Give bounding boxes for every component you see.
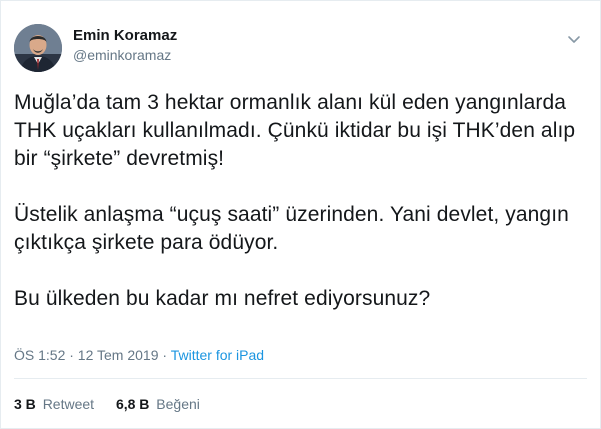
author-display-name[interactable]: Emin Koramaz [73, 26, 177, 46]
retweets-stat[interactable]: 3 B Retweet [14, 395, 94, 413]
tweet-card: Emin Koramaz @eminkoramaz Muğla’da tam 3… [0, 0, 601, 429]
tweet-text: Muğla’da tam 3 hektar ormanlık alanı kül… [14, 89, 584, 313]
author-names: Emin Koramaz @eminkoramaz [73, 26, 177, 65]
retweets-label: Retweet [42, 396, 95, 412]
tweet-metadata: ÖS 1:52 · 12 Tem 2019 · Twitter for iPad [14, 346, 264, 364]
likes-label: Beğeni [156, 396, 200, 412]
likes-stat[interactable]: 6,8 B Beğeni [116, 395, 200, 413]
chevron-down-icon[interactable] [566, 31, 582, 47]
tweet-paragraph: Bu ülkeden bu kadar mı nefret ediyorsunu… [14, 287, 431, 310]
author-handle[interactable]: @eminkoramaz [73, 46, 177, 65]
tweet-timestamp[interactable]: ÖS 1:52 · 12 Tem 2019 [14, 347, 159, 363]
tweet-stats: 3 B Retweet 6,8 B Beğeni [14, 395, 218, 413]
tweet-source-link[interactable]: Twitter for iPad [171, 347, 264, 363]
meta-separator: · [158, 347, 171, 363]
likes-count: 6,8 B [115, 396, 150, 412]
tweet-paragraph: Üstelik anlaşma “uçuş saati” üzerinden. … [14, 203, 569, 254]
retweets-count: 3 B [14, 396, 36, 412]
divider [14, 378, 587, 379]
tweet-paragraph: Muğla’da tam 3 hektar ormanlık alanı kül… [14, 91, 576, 170]
tweet-header: Emin Koramaz @eminkoramaz [14, 21, 588, 73]
profile-photo-icon [14, 24, 62, 72]
avatar[interactable] [14, 24, 62, 72]
